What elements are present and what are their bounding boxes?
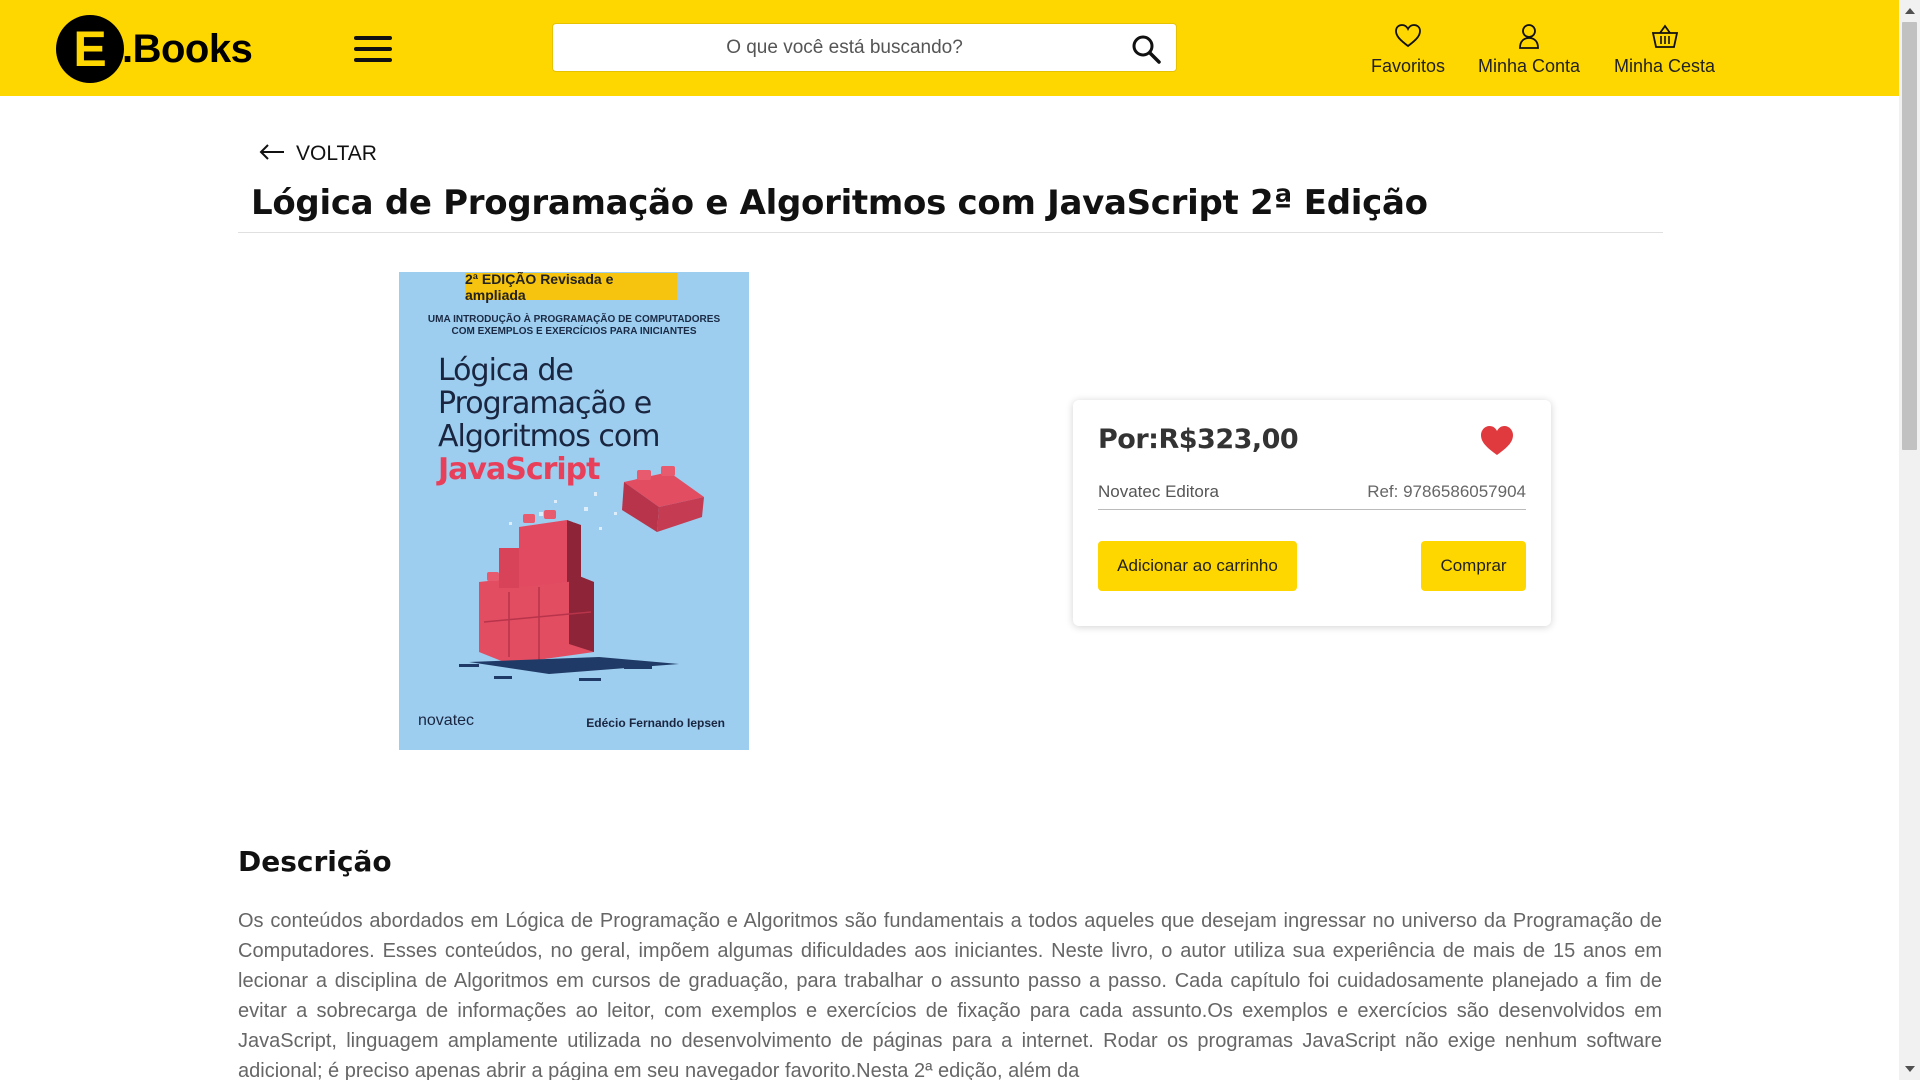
cover-title: Lógica de Programação e Algoritmos com — [438, 353, 661, 454]
cover-author: Edécio Fernando Iepsen — [586, 716, 725, 730]
product-ref: Ref: 9786586057904 — [1367, 482, 1526, 501]
cover-title-line2: Programação e — [438, 386, 652, 421]
description-heading: Descrição — [238, 845, 392, 878]
user-icon — [1515, 22, 1543, 54]
cover-edition-badge: 2ª EDIÇÃO Revisada e ampliada — [465, 272, 677, 303]
nav-account-label: Minha Conta — [1478, 56, 1581, 76]
nav-basket[interactable]: Minha Cesta — [1614, 22, 1715, 77]
nav-basket-label: Minha Cesta — [1614, 56, 1716, 76]
page-title: Lógica de Programação e Algoritmos com J… — [251, 183, 1428, 223]
cover-subtitle: UMA INTRODUÇÃO À PROGRAMAÇÃO DE COMPUTAD… — [399, 314, 749, 338]
cover-title-line3: Algoritmos com — [438, 419, 661, 454]
logo-letter: E — [56, 15, 124, 83]
page-scrollbar[interactable] — [1899, 0, 1920, 1080]
search-input[interactable] — [553, 24, 1176, 71]
hamburger-menu-icon[interactable] — [354, 36, 392, 62]
heart-filled-icon[interactable] — [1479, 424, 1515, 458]
cover-subtitle-line1: UMA INTRODUÇÃO À PROGRAMAÇÃO DE COMPUTAD… — [427, 314, 721, 325]
back-link[interactable]: VOLTAR — [258, 142, 377, 166]
description-text: Os conteúdos abordados em Lógica de Prog… — [238, 910, 1662, 1080]
product-publisher: Novatec Editora — [1098, 482, 1219, 501]
nav-favorites-label: Favoritos — [1371, 56, 1446, 76]
back-link-label: VOLTAR — [296, 142, 377, 165]
site-logo[interactable]: E .Books — [56, 15, 253, 83]
purchase-card: Por:R$323,00 Novatec Editora Ref: 978658… — [1073, 400, 1551, 626]
heart-outline-icon — [1394, 22, 1422, 54]
nav-account[interactable]: Minha Conta — [1478, 22, 1580, 77]
scrollbar-thumb[interactable] — [1902, 22, 1917, 450]
cover-publisher: novatec — [418, 712, 475, 729]
product-price: Por:R$323,00 — [1098, 424, 1299, 455]
buy-button[interactable]: Comprar — [1421, 541, 1526, 591]
search-icon[interactable] — [1130, 33, 1162, 65]
lego-bricks-illustration — [459, 466, 704, 681]
title-divider — [238, 232, 1663, 233]
scroll-down-arrow-icon[interactable] — [1905, 1066, 1915, 1072]
scroll-up-arrow-icon[interactable] — [1905, 8, 1915, 14]
nav-favorites[interactable]: Favoritos — [1371, 22, 1445, 77]
book-cover-image: 2ª EDIÇÃO Revisada e ampliada UMA INTROD… — [399, 272, 749, 750]
cover-title-line1: Lógica de — [438, 353, 574, 388]
cover-subtitle-line2: COM EXEMPLOS E EXERCÍCIOS PARA INICIANTE… — [451, 326, 697, 337]
arrow-left-icon — [258, 142, 286, 166]
logo-text: .Books — [122, 26, 253, 71]
top-header: E .Books Favoritos Minha Conta — [0, 0, 1899, 96]
product-meta: Novatec Editora Ref: 9786586057904 — [1098, 482, 1526, 510]
basket-icon — [1651, 22, 1679, 54]
add-to-cart-button[interactable]: Adicionar ao carrinho — [1098, 541, 1297, 591]
search-bar — [552, 23, 1177, 72]
